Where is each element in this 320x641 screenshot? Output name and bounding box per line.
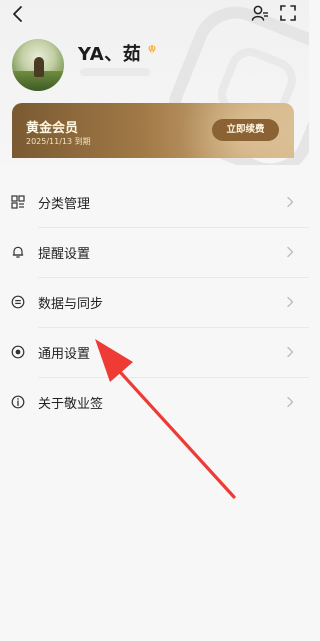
- membership-expiry: 2025/11/13 到期: [26, 137, 91, 146]
- avatar[interactable]: [12, 39, 64, 91]
- membership-card[interactable]: 黄金会员 2025/11/13 到期 立即续费: [12, 103, 294, 158]
- chevron-right-icon: [287, 196, 294, 208]
- diamond-icon: [148, 45, 156, 55]
- menu-item-data-sync[interactable]: 数据与同步: [0, 278, 309, 328]
- scan-icon[interactable]: [279, 4, 297, 22]
- settings-menu: 分类管理 提醒设置 数据与同步 通用设置 关于敬业签: [0, 178, 309, 428]
- username: YA、茹: [78, 44, 142, 65]
- general-settings-icon: [11, 345, 25, 359]
- chevron-right-icon: [287, 296, 294, 308]
- sync-icon: [11, 295, 25, 309]
- avatar-figure: [34, 57, 44, 77]
- info-icon: [11, 395, 25, 409]
- back-arrow-icon[interactable]: [8, 4, 28, 24]
- category-grid-icon: [11, 195, 25, 209]
- menu-item-label: 通用设置: [38, 347, 91, 362]
- menu-item-reminder-settings[interactable]: 提醒设置: [0, 228, 309, 278]
- chevron-right-icon: [287, 246, 294, 258]
- menu-item-general-settings[interactable]: 通用设置: [0, 328, 309, 378]
- top-bar: [0, 0, 309, 28]
- bell-icon: [12, 246, 24, 258]
- menu-item-label: 数据与同步: [38, 297, 104, 312]
- menu-item-label: 提醒设置: [38, 247, 91, 262]
- chevron-right-icon: [287, 346, 294, 358]
- renew-button[interactable]: 立即续费: [212, 119, 279, 141]
- user-settings-icon[interactable]: [251, 4, 269, 22]
- menu-item-label: 分类管理: [38, 197, 91, 212]
- chevron-right-icon: [287, 396, 294, 408]
- membership-title: 黄金会员: [26, 121, 79, 136]
- menu-item-about[interactable]: 关于敬业签: [0, 378, 309, 428]
- menu-item-category-management[interactable]: 分类管理: [0, 178, 309, 228]
- menu-item-label: 关于敬业签: [38, 397, 104, 412]
- account-id-blurred: [80, 68, 150, 76]
